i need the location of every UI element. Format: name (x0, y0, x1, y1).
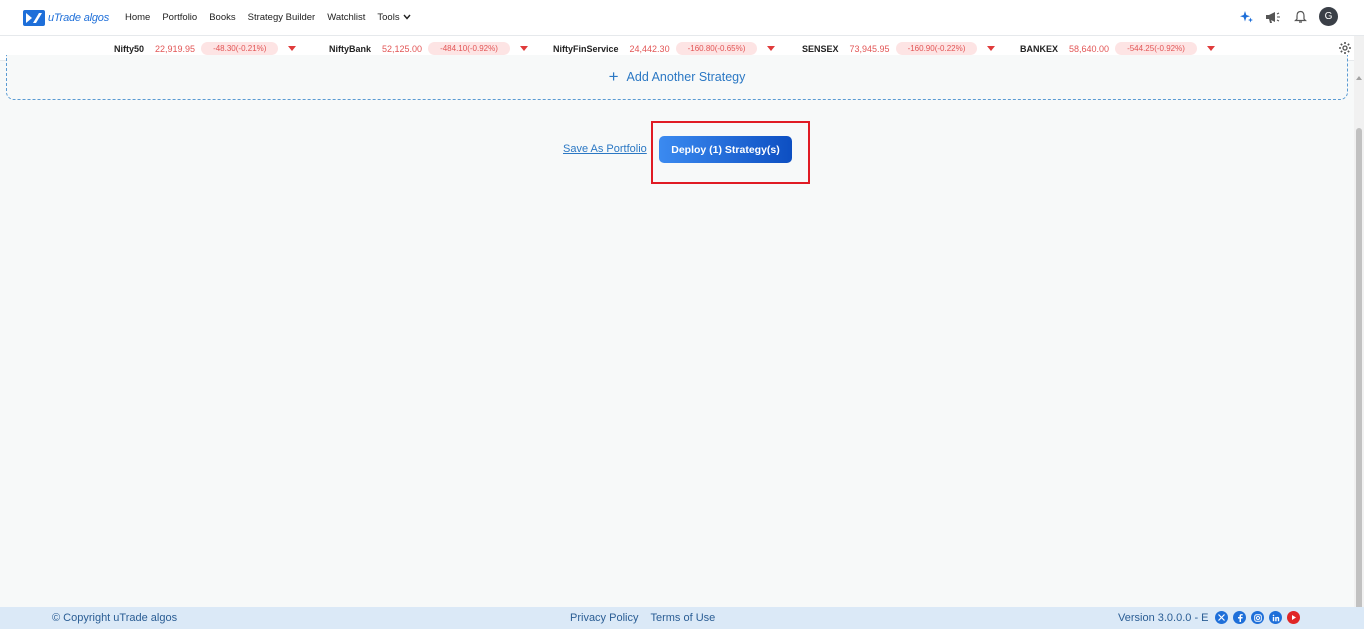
ticker-name: NiftyFinService (553, 43, 619, 54)
nav-strategy-builder[interactable]: Strategy Builder (248, 12, 316, 23)
facebook-icon[interactable] (1233, 611, 1246, 624)
scroll-up-arrow-icon[interactable] (1356, 76, 1362, 80)
ticker-name: SENSEX (802, 43, 839, 54)
chevron-down-icon (403, 12, 411, 23)
main-nav: Home Portfolio Books Strategy Builder Wa… (119, 12, 417, 23)
ticker-price: 58,640.00 (1069, 43, 1110, 54)
brand-logo[interactable]: uTrade algos (23, 9, 109, 26)
add-strategy-container: + Add Another Strategy (6, 55, 1348, 100)
ticker-change-badge: -48.30(-0.21%) (201, 42, 279, 55)
save-as-portfolio-link[interactable]: Save As Portfolio (563, 143, 647, 155)
top-navbar: uTrade algos Home Portfolio Books Strate… (0, 0, 1364, 36)
add-strategy-label: Add Another Strategy (626, 70, 746, 84)
copyright-text: © Copyright uTrade algos (52, 612, 178, 624)
ticker-price: 22,919.95 (155, 43, 196, 54)
vertical-scrollbar[interactable] (1354, 36, 1364, 629)
terms-of-use-link[interactable]: Terms of Use (650, 612, 715, 624)
caret-down-icon (288, 46, 297, 51)
gear-icon[interactable] (1338, 41, 1352, 55)
megaphone-icon[interactable] (1265, 9, 1281, 25)
add-another-strategy-button[interactable]: + Add Another Strategy (608, 67, 746, 86)
x-twitter-icon[interactable] (1215, 611, 1228, 624)
ticker-price: 73,945.95 (849, 43, 890, 54)
sparkle-ai-icon[interactable] (1238, 9, 1254, 25)
youtube-icon[interactable] (1287, 611, 1300, 624)
privacy-policy-link[interactable]: Privacy Policy (570, 612, 638, 624)
nav-tools-label: Tools (377, 12, 400, 23)
nav-watchlist[interactable]: Watchlist (327, 12, 365, 23)
caret-down-icon (1206, 46, 1215, 51)
ticker-price: 52,125.00 (382, 43, 423, 54)
brand-name: uTrade algos (48, 11, 109, 24)
ticker-change-badge: -160.90(-0.22%) (895, 42, 978, 55)
ticker-change-badge: -544.25(-0.92%) (1115, 42, 1197, 55)
social-links (1215, 611, 1300, 624)
caret-down-icon (987, 46, 996, 51)
linkedin-icon[interactable] (1269, 611, 1282, 624)
nav-right-actions: G (1238, 7, 1338, 26)
instagram-icon[interactable] (1251, 611, 1264, 624)
caret-down-icon (767, 46, 776, 51)
bell-icon[interactable] (1292, 9, 1308, 25)
ticker-price: 24,442.30 (629, 43, 670, 54)
footer-links: Privacy Policy Terms of Use (570, 612, 715, 624)
caret-down-icon (519, 46, 528, 51)
ticker-name: BANKEX (1020, 43, 1059, 54)
user-avatar[interactable]: G (1319, 7, 1338, 26)
version-text: Version 3.0.0.0 - E (1118, 612, 1209, 624)
ticker-name: Nifty50 (114, 43, 145, 54)
ticker-name: NiftyBank (329, 43, 372, 54)
ticker-change-badge: -160.80(-0.65%) (675, 42, 758, 55)
page-footer: © Copyright uTrade algos Privacy Policy … (0, 607, 1364, 629)
ticker-change-badge: -484.10(-0.92%) (428, 42, 510, 55)
deploy-strategy-button[interactable]: Deploy (1) Strategy(s) (659, 136, 792, 163)
nav-books[interactable]: Books (209, 12, 235, 23)
utrade-logo-icon (23, 9, 45, 26)
nav-tools-dropdown[interactable]: Tools (377, 12, 411, 23)
plus-icon: + (608, 67, 619, 86)
nav-portfolio[interactable]: Portfolio (162, 12, 197, 23)
scrollbar-thumb[interactable] (1356, 128, 1362, 629)
nav-home[interactable]: Home (125, 12, 150, 23)
